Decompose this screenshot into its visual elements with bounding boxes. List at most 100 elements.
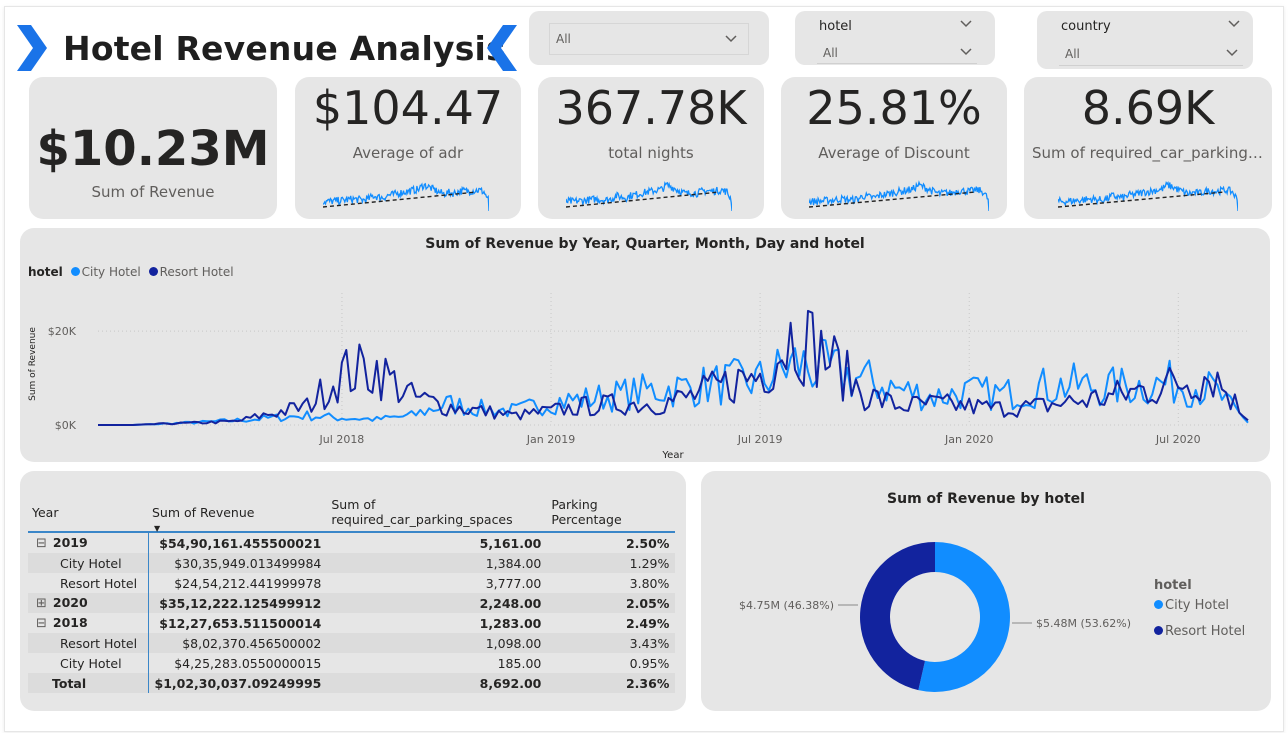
- revenue-line-chart[interactable]: $0K $20K Jul 2018 Jan 2019 Jul 2019 Jan 2020 J…: [20, 228, 1270, 462]
- matrix-row-label-text: 2019: [52, 535, 88, 550]
- x-tick-label: Jan 2020: [944, 433, 993, 446]
- matrix-cell-pct: 2.36%: [547, 673, 676, 693]
- matrix-header-parking[interactable]: Sum of required_car_parking_spaces: [327, 493, 548, 533]
- matrix-cell-parking: 185.00: [497, 655, 542, 671]
- legend-swatch-city: [1154, 600, 1163, 609]
- matrix-cell-parking: 1,283.00: [479, 615, 542, 631]
- series-line-city-hotel: [98, 338, 1249, 426]
- matrix-cell-revenue: $1,02,30,037.09249995: [148, 673, 328, 693]
- matrix-row[interactable]: ⊞ 2020 $35,12,222.125499912 2,248.00 2.05%: [28, 593, 676, 613]
- donut-legend-title: hotel: [1154, 578, 1192, 593]
- y-tick-label: $0K: [55, 419, 77, 432]
- x-tick-label: Jul 2020: [1155, 433, 1201, 446]
- matrix-cell-parking: 3,777.00: [485, 575, 542, 591]
- matrix-row-label-text: Resort Hotel: [60, 635, 138, 651]
- matrix-cell-revenue: $24,54,212.441999978: [174, 575, 322, 591]
- matrix-cell-revenue: $8,02,370.456500002: [148, 633, 328, 653]
- chevron-down-icon[interactable]: [959, 17, 973, 31]
- matrix-header-revenue-label: Sum of Revenue: [152, 504, 255, 520]
- slicer-country-dropdown[interactable]: All: [1059, 43, 1243, 66]
- matrix-cell-revenue: $35,12,222.125499912: [148, 593, 328, 613]
- slicer-value: All: [556, 32, 571, 46]
- revenue-matrix: Year Sum of Revenue ▼ Sum of required_car…: [28, 493, 676, 693]
- title-banner: Hotel Revenue Analysis: [15, 19, 525, 83]
- donut-data-label: $4.75M (46.38%): [739, 599, 834, 612]
- matrix-row-label: Resort Hotel: [28, 633, 149, 653]
- matrix-row-label: ⊟ 2019: [28, 532, 149, 553]
- chevron-down-icon: [725, 35, 737, 43]
- matrix-row[interactable]: Total $1,02,30,037.09249995 8,692.00 2.36%: [28, 673, 676, 693]
- matrix-header-year[interactable]: Year: [28, 493, 148, 533]
- matrix-cell-pct: 2.49%: [625, 615, 670, 631]
- matrix-row-label: ⊟ 2018: [28, 613, 149, 633]
- kpi-value: $104.47: [312, 81, 504, 135]
- matrix-row-label: City Hotel: [28, 653, 149, 673]
- kpi-value: 8.69K: [1081, 81, 1215, 135]
- kpi-label: Sum of Revenue: [91, 183, 215, 201]
- donut-legend-item-city[interactable]: City Hotel: [1154, 593, 1245, 619]
- matrix-cell-revenue: $12,27,653.511500014: [159, 615, 322, 631]
- matrix-header-pct[interactable]: Parking Percentage: [547, 493, 676, 533]
- collapse-icon[interactable]: ⊟: [36, 536, 47, 551]
- kpi-label: Average of adr: [352, 144, 464, 162]
- matrix-cell-parking: 5,161.00: [479, 535, 542, 551]
- matrix-cell-parking: 8,692.00: [327, 673, 548, 693]
- chevron-down-icon[interactable]: [1227, 17, 1241, 31]
- matrix-row[interactable]: City Hotel $4,25,283.0550000015 185.00 0.95…: [28, 653, 675, 673]
- kpi-sparkline: [809, 180, 989, 212]
- kpi-card-discount: 25.81% Average of Discount: [781, 77, 1007, 219]
- kpi-label: Average of Discount: [818, 144, 970, 162]
- matrix-row-label-text: Resort Hotel: [60, 575, 138, 591]
- slicer-hotel-dropdown[interactable]: All: [817, 43, 977, 64]
- sparkline-series: [323, 182, 489, 212]
- chevron-right-icon: [17, 25, 47, 71]
- slicer-country[interactable]: country All: [1037, 11, 1253, 69]
- donut-legend-label-resort: Resort Hotel: [1165, 624, 1246, 639]
- matrix-header-revenue[interactable]: Sum of Revenue ▼: [148, 493, 328, 533]
- matrix-cell-pct: 3.80%: [629, 575, 670, 591]
- donut-legend: hotel City Hotel Resort Hotel: [1154, 579, 1245, 645]
- chevron-left-icon: [487, 25, 517, 71]
- kpi-sparkline: [323, 182, 489, 212]
- matrix-row-label: City Hotel: [28, 553, 149, 573]
- donut-legend-item-resort[interactable]: Resort Hotel: [1154, 619, 1245, 645]
- matrix-row[interactable]: Resort Hotel $24,54,212.441999978 3,777.00…: [28, 573, 675, 593]
- revenue-matrix-card: Year Sum of Revenue ▼ Sum of required_car…: [20, 471, 686, 711]
- kpi-card-total-nights: 367.78K total nights: [538, 77, 764, 219]
- matrix-row[interactable]: City Hotel $30,35,949.013499984 1,384.00 1.…: [28, 553, 676, 573]
- slicer-hotel-value: All: [823, 46, 838, 60]
- collapse-icon[interactable]: ⊟: [36, 616, 47, 631]
- slicer-unlabeled[interactable]: All: [529, 11, 769, 65]
- slicer-dropdown[interactable]: All: [549, 23, 749, 55]
- x-tick-label: Jul 2018: [319, 433, 365, 446]
- matrix-row[interactable]: Resort Hotel $8,02,370.456500002 1,098.00 3…: [28, 633, 676, 653]
- kpi-value: $10.23M: [36, 121, 270, 177]
- kpi-card-adr: $104.47 Average of adr: [295, 77, 521, 219]
- report-canvas: Hotel Revenue Analysis All hotel All cou…: [4, 6, 1284, 732]
- donut-legend-label-city: City Hotel: [1165, 598, 1230, 613]
- kpi-card-revenue: $10.23M Sum of Revenue: [29, 77, 277, 219]
- kpi-label: Sum of required_car_parking_s...: [1032, 144, 1272, 162]
- matrix-row-label: Resort Hotel: [28, 573, 149, 593]
- matrix-cell-pct: 2.05%: [547, 593, 676, 613]
- matrix-row[interactable]: ⊟ 2019 $54,90,161.455500021 5,161.00 2.50%: [28, 532, 675, 553]
- matrix-row-label-text: City Hotel: [60, 555, 122, 571]
- matrix-cell-parking: 1,384.00: [327, 553, 548, 573]
- kpi-card-parking: 8.69K Sum of required_car_parking_s...: [1024, 77, 1272, 219]
- sparkline-series: [809, 180, 989, 212]
- y-axis-title: Sum of Revenue: [28, 327, 38, 401]
- kpi-value: 25.81%: [806, 81, 982, 135]
- matrix-row-label-text: Total: [52, 675, 87, 691]
- page-title: Hotel Revenue Analysis: [63, 29, 506, 68]
- slicer-hotel-label: hotel: [819, 19, 852, 34]
- slicer-hotel[interactable]: hotel All: [795, 11, 995, 65]
- chevron-down-icon: [1226, 49, 1238, 57]
- x-axis-title: Year: [661, 450, 684, 461]
- slicer-country-label: country: [1061, 19, 1111, 34]
- matrix-row-label-text: 2018: [52, 615, 88, 630]
- matrix-row-label: ⊞ 2020: [28, 593, 149, 613]
- matrix-row[interactable]: ⊟ 2018 $12,27,653.511500014 1,283.00 2.49%: [28, 613, 675, 633]
- slicer-country-value: All: [1065, 47, 1080, 61]
- donut-data-label: $5.48M (53.62%): [1036, 617, 1131, 630]
- expand-icon[interactable]: ⊞: [36, 596, 47, 611]
